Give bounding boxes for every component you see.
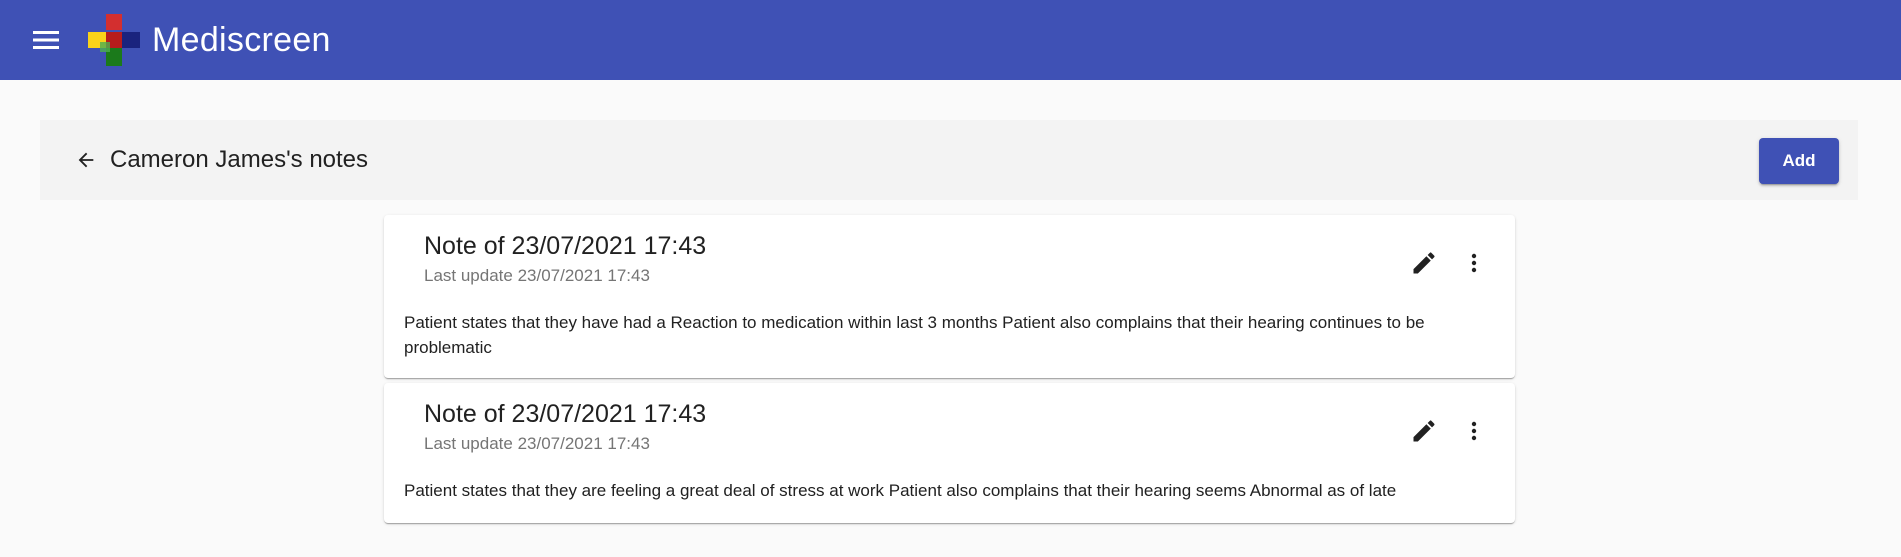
menu-button[interactable] — [22, 16, 70, 64]
note-card: Note of 23/07/2021 17:43 Last update 23/… — [384, 383, 1515, 523]
note-content: Patient states that they are feeling a g… — [404, 481, 1397, 500]
add-note-button[interactable]: Add — [1759, 138, 1839, 184]
more-options-button[interactable] — [1454, 411, 1494, 451]
note-card: Note of 23/07/2021 17:43 Last update 23/… — [384, 215, 1515, 378]
note-title: Note of 23/07/2021 17:43 — [424, 400, 707, 428]
arrow-back-icon — [78, 152, 94, 168]
menu-icon — [33, 31, 59, 49]
more-vert-icon — [1471, 421, 1477, 441]
notes-list: Note of 23/07/2021 17:43 Last update 23/… — [384, 215, 1515, 528]
more-vert-icon — [1471, 253, 1477, 273]
edit-note-button[interactable] — [1404, 411, 1444, 451]
note-title: Note of 23/07/2021 17:43 — [424, 232, 707, 260]
app-title: Mediscreen — [152, 21, 331, 59]
page-header: Cameron James's notes Add — [40, 120, 1858, 200]
more-options-button[interactable] — [1454, 243, 1494, 283]
note-subtitle: Last update 23/07/2021 17:43 — [424, 434, 650, 453]
back-button[interactable] — [66, 140, 106, 180]
top-app-bar: Mediscreen — [0, 0, 1901, 80]
edit-note-button[interactable] — [1404, 243, 1444, 283]
page-title: Cameron James's notes — [110, 146, 369, 173]
logo — [88, 14, 140, 66]
note-content: Patient states that they have had a Reac… — [404, 313, 1425, 357]
note-subtitle: Last update 23/07/2021 17:43 — [424, 266, 650, 285]
pencil-icon — [1413, 252, 1435, 274]
pencil-icon — [1413, 420, 1435, 442]
